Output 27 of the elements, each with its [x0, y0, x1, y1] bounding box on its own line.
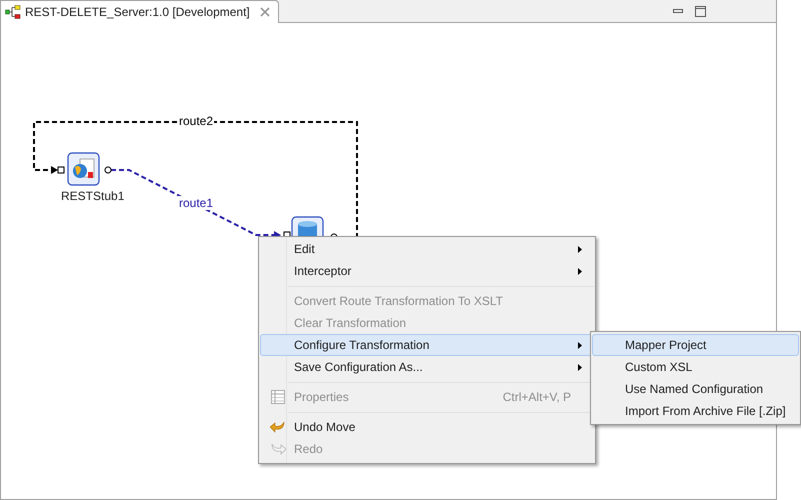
- tab-title: REST-DELETE_Server:1.0 [Development]: [25, 4, 250, 21]
- menu-item[interactable]: Import From Archive File [.Zip]: [592, 400, 799, 422]
- submenu-arrow-icon: [578, 268, 582, 274]
- route-label: route1: [178, 196, 214, 210]
- menu-item[interactable]: Use Named Configuration: [592, 378, 799, 400]
- output-port[interactable]: [104, 166, 112, 174]
- diagram-icon: [5, 5, 21, 19]
- menu-item[interactable]: Save Configuration As...: [260, 356, 594, 378]
- globe-document-icon[interactable]: [67, 152, 100, 186]
- menu-item[interactable]: Edit: [260, 238, 594, 260]
- undo-arrow-icon: [270, 420, 286, 434]
- editor-tab[interactable]: REST-DELETE_Server:1.0 [Development]: [0, 0, 279, 23]
- submenu-arrow-icon: [578, 246, 582, 252]
- close-icon[interactable]: [260, 7, 270, 17]
- menu-item[interactable]: Mapper Project: [592, 334, 799, 356]
- redo-arrow-icon: [270, 442, 286, 456]
- maximize-icon[interactable]: [695, 6, 706, 16]
- menu-item[interactable]: Interceptor: [260, 260, 594, 282]
- table-icon: [270, 390, 284, 404]
- submenu-arrow-icon: [578, 364, 582, 370]
- minimize-icon[interactable]: [673, 6, 683, 16]
- menu-item[interactable]: Custom XSL: [592, 356, 799, 378]
- input-port[interactable]: [58, 166, 64, 174]
- menu-item[interactable]: Undo Move: [260, 416, 594, 438]
- submenu-arrow-icon: [578, 342, 582, 348]
- route-label: route2: [178, 114, 214, 128]
- node-label: RESTStub1: [61, 189, 124, 203]
